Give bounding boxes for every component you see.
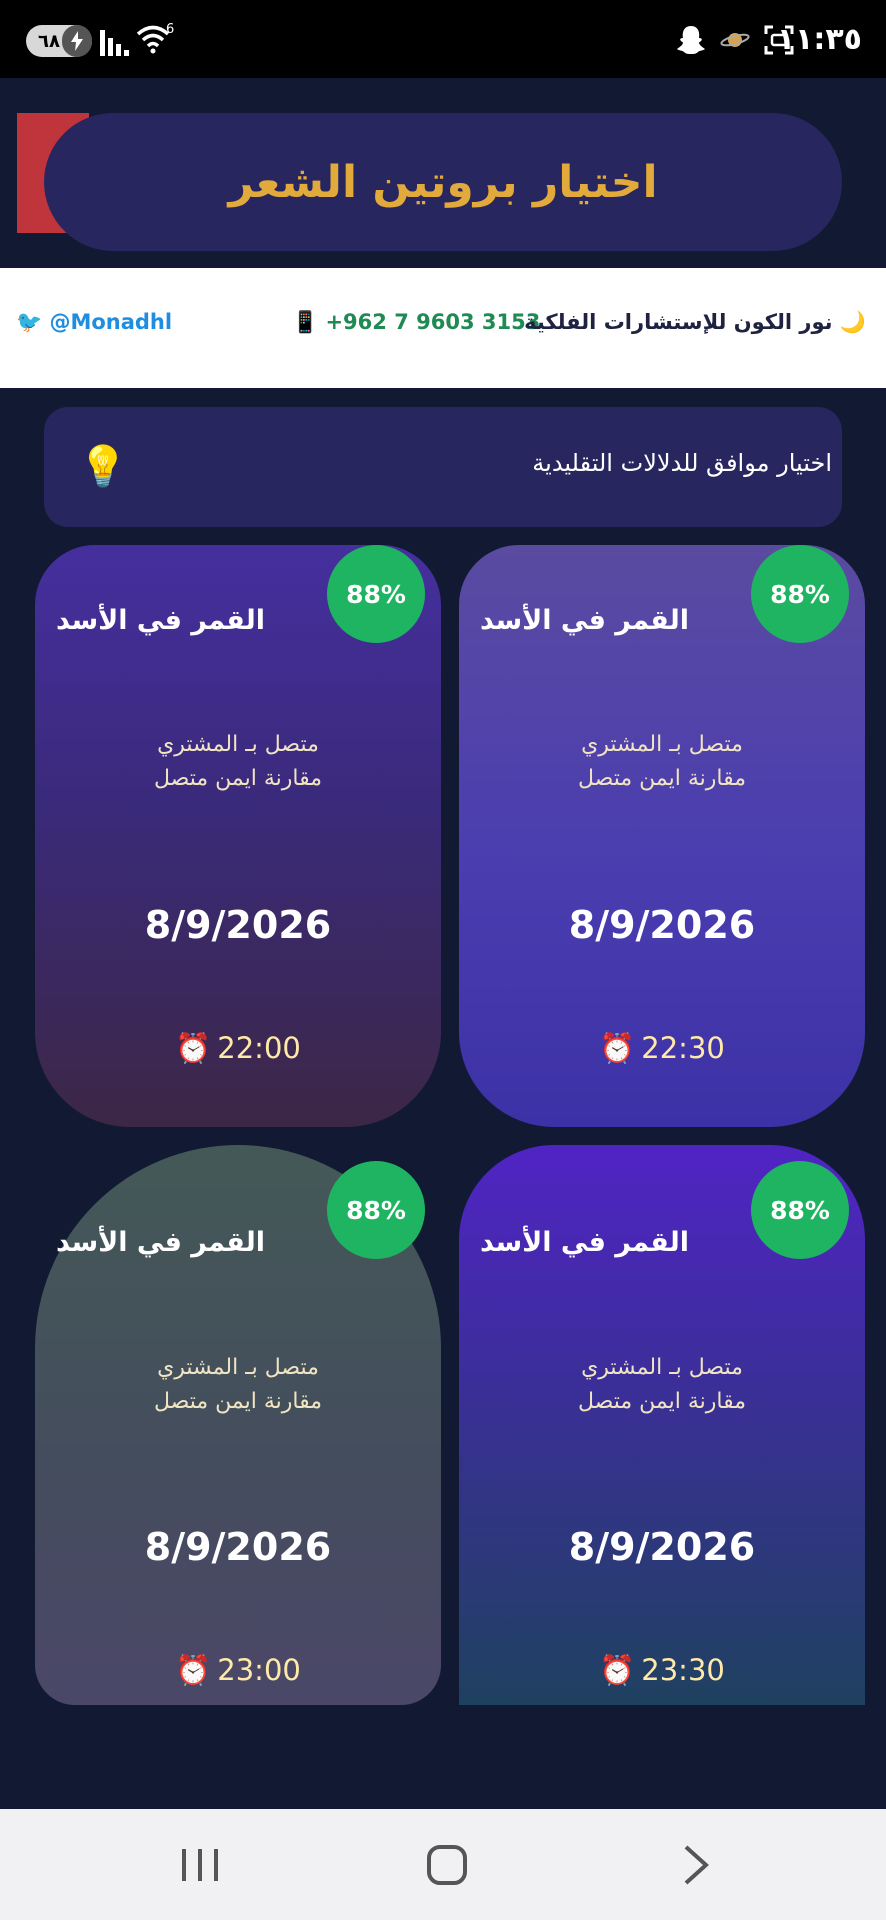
clock-time: ١١:٣٥ (776, 22, 862, 57)
alarm-clock-icon: ⏰ (175, 1031, 212, 1065)
charging-bolt-icon (62, 25, 92, 57)
recommendation-notice: اختيار موافق للدلالات التقليدية 💡 (44, 407, 842, 527)
card-time-value: 23:00 (217, 1653, 301, 1687)
card-time-value: 22:00 (217, 1031, 301, 1065)
alarm-clock-icon: ⏰ (175, 1653, 212, 1687)
card-time-value: 22:30 (641, 1031, 725, 1065)
lightbulb-icon: 💡 (78, 444, 128, 490)
card-title: القمر في الأسد (55, 605, 265, 636)
back-icon[interactable] (668, 1837, 728, 1893)
card-date: 8/9/2026 (144, 1525, 332, 1569)
card-time: ⏰ 22:30 (459, 1031, 865, 1066)
score-badge: 88% (751, 545, 849, 643)
timing-card[interactable]: 88% القمر في الأسد متصل بـ المشتري مقارن… (459, 545, 865, 1127)
wifi-icon (136, 25, 170, 54)
alarm-clock-icon: ⏰ (599, 1653, 636, 1687)
battery-level: ٦٨ (38, 30, 60, 52)
header-banner: اختيار بروتين الشعر (44, 113, 842, 251)
card-aspect-line: متصل بـ المشتري (157, 732, 319, 757)
recent-apps-icon[interactable] (170, 1837, 230, 1893)
alarm-clock-icon: ⏰ (599, 1031, 636, 1065)
score-badge: 88% (327, 545, 425, 643)
card-time-value: 23:30 (641, 1653, 725, 1687)
phone-number-link[interactable]: 📱 +962 7 9603 3153 (292, 310, 540, 335)
score-badge: 88% (751, 1161, 849, 1259)
page-title: اختيار بروتين الشعر (228, 156, 658, 208)
card-time: ⏰ 22:00 (35, 1031, 441, 1066)
card-comparison-line: مقارنة ايمن متصل (153, 1389, 322, 1414)
card-aspect-line: متصل بـ المشتري (581, 1355, 743, 1380)
system-nav-bar (0, 1809, 886, 1920)
twitter-handle-link[interactable]: 🐦 @Monadhl (16, 310, 172, 335)
wifi-generation-label: 6 (166, 22, 175, 37)
card-title: القمر في الأسد (55, 1227, 265, 1258)
timing-card[interactable]: 88% القمر في الأسد متصل بـ المشتري مقارن… (459, 1145, 865, 1705)
card-date: 8/9/2026 (568, 1525, 756, 1569)
home-icon[interactable] (417, 1837, 477, 1893)
card-title: القمر في الأسد (479, 605, 689, 636)
notice-text: اختيار موافق للدلالات التقليدية (532, 449, 832, 477)
timing-card[interactable]: 88% القمر في الأسد متصل بـ المشتري مقارن… (35, 545, 441, 1127)
card-comparison-line: مقارنة ايمن متصل (577, 1389, 746, 1414)
timing-card[interactable]: 88% القمر في الأسد متصل بـ المشتري مقارن… (35, 1145, 441, 1705)
card-comparison-line: مقارنة ايمن متصل (153, 766, 322, 791)
card-date: 8/9/2026 (568, 903, 756, 947)
card-date: 8/9/2026 (144, 903, 332, 947)
score-badge: 88% (327, 1161, 425, 1259)
card-title: القمر في الأسد (479, 1227, 689, 1258)
contact-strip: 🐦 @Monadhl 📱 +962 7 9603 3153 🌙 نور الكو… (0, 268, 886, 388)
card-comparison-line: مقارنة ايمن متصل (577, 766, 746, 791)
signal-icon (100, 30, 129, 56)
card-time: ⏰ 23:30 (459, 1653, 865, 1688)
card-time: ⏰ 23:00 (35, 1653, 441, 1688)
planet-icon (720, 33, 750, 47)
brand-name: 🌙 نور الكون للإستشارات الفلكية (524, 310, 866, 334)
battery-indicator: ٦٨ (26, 25, 92, 57)
snapchat-icon (677, 26, 705, 54)
card-aspect-line: متصل بـ المشتري (581, 732, 743, 757)
card-aspect-line: متصل بـ المشتري (157, 1355, 319, 1380)
status-bar: ٦٨ 6 ١١:٣٥ (0, 0, 886, 78)
